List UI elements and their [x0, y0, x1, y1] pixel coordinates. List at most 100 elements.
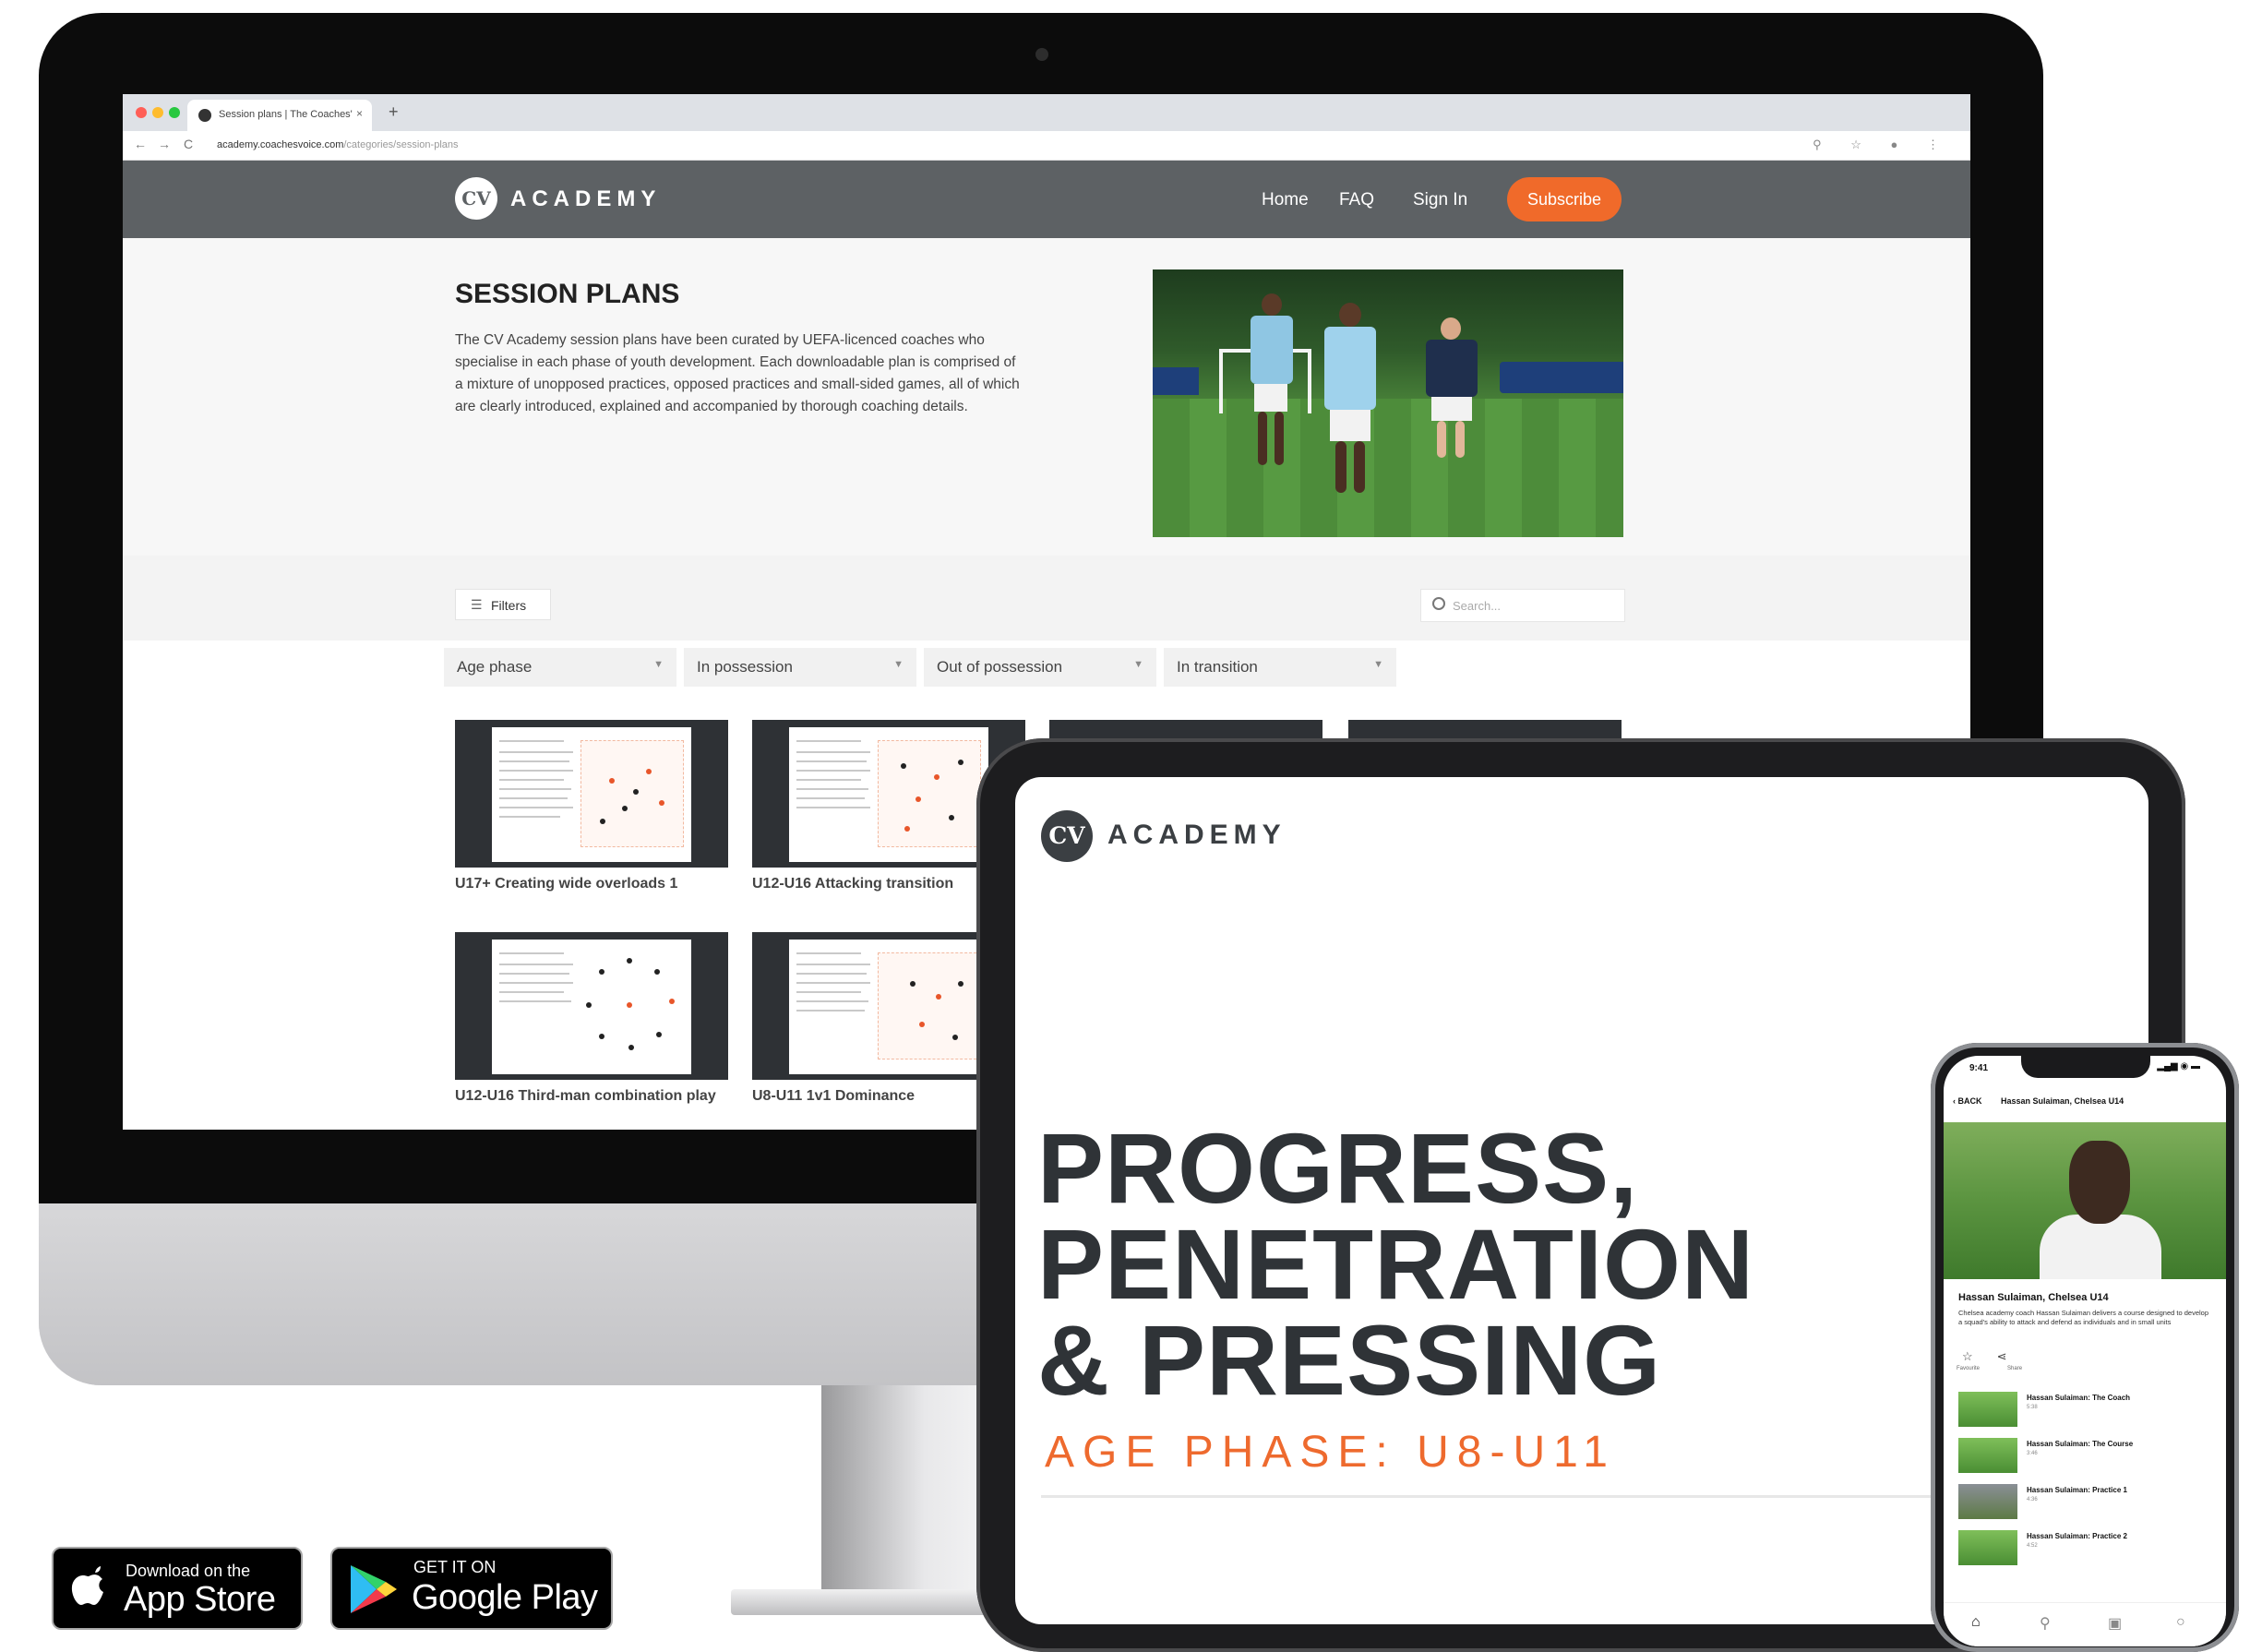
search-placeholder: Search...: [1453, 599, 1502, 613]
filters-button[interactable]: ☰ Filters: [455, 589, 551, 620]
reload-icon[interactable]: C: [184, 137, 193, 151]
site-header: CV ACADEMY Home FAQ Sign In Subscribe: [123, 161, 1970, 238]
badge-big-text: Google Play: [412, 1578, 598, 1617]
phone-screen: 9:41 ▂▄▆ ◉ ▬ ‹ BACK Hassan Sulaiman, Che…: [1944, 1056, 2226, 1646]
select-label: Age phase: [457, 658, 533, 676]
browser-tab[interactable]: Session plans | The Coaches' ×: [187, 100, 372, 131]
select-label: In possession: [697, 658, 793, 676]
video-title: Hassan Sulaiman: Practice 2: [2027, 1532, 2127, 1540]
maximize-window-dot-icon[interactable]: [169, 107, 180, 118]
course-headline: PROGRESS, PENETRATION & PRESSING: [1037, 1119, 1831, 1416]
forward-icon[interactable]: →: [158, 137, 171, 151]
phone-header-title: Hassan Sulaiman, Chelsea U14: [2001, 1096, 2124, 1106]
pitch-grass: [1153, 399, 1623, 537]
subscribe-button[interactable]: Subscribe: [1507, 177, 1622, 221]
video-title: Hassan Sulaiman: The Coach: [2027, 1394, 2131, 1402]
video-thumbnail: [1958, 1392, 2017, 1427]
search-icon: [1432, 597, 1445, 610]
coach-shirt: [2040, 1215, 2161, 1279]
close-window-dot-icon[interactable]: [136, 107, 147, 118]
extension-icons[interactable]: ⚲ ☆ ● ⋮: [1813, 138, 1952, 152]
video-thumbnail: [1958, 1484, 2017, 1519]
url-field[interactable]: academy.coachesvoice.com/categories/sess…: [217, 139, 459, 150]
out-of-possession-select[interactable]: Out of possession ▼: [924, 648, 1156, 687]
status-time: 9:41: [1969, 1063, 1989, 1073]
chevron-down-icon: ▼: [1133, 659, 1143, 670]
page-title: SESSION PLANS: [455, 279, 680, 309]
hero-photo: [1153, 269, 1623, 537]
cv-logo-icon[interactable]: CV: [455, 177, 497, 220]
chevron-down-icon: ▼: [653, 659, 664, 670]
nav-sign-in[interactable]: Sign In: [1413, 190, 1467, 210]
address-bar-row: ← → C academy.coachesvoice.com/categorie…: [123, 131, 1970, 161]
chevron-down-icon: ▼: [1373, 659, 1383, 670]
plan-document-preview: [789, 940, 988, 1074]
cv-logo-icon: CV: [1041, 810, 1093, 862]
tab-title: Session plans | The Coaches': [219, 109, 353, 120]
session-card-title: U17+ Creating wide overloads 1: [455, 876, 678, 892]
webcam-icon: [1035, 48, 1048, 61]
marketing-composite: Session plans | The Coaches' × + ← → C a…: [0, 0, 2250, 1652]
favourite-label: Favourite: [1957, 1366, 1981, 1371]
url-host: academy.coachesvoice.com: [217, 139, 344, 150]
share-label: Share: [2007, 1366, 2023, 1371]
in-transition-select[interactable]: In transition ▼: [1164, 648, 1396, 687]
phone-top-bar: ‹ BACK Hassan Sulaiman, Chelsea U14: [1953, 1096, 2124, 1106]
home-tab-icon[interactable]: ⌂: [1971, 1614, 1981, 1631]
phone-tab-bar: ⌂ ⚲ ▣ ○: [1944, 1602, 2226, 1646]
video-player[interactable]: [1944, 1122, 2226, 1279]
badge-big-text: App Store: [124, 1580, 276, 1619]
course-description: Chelsea academy coach Hassan Sulaiman de…: [1958, 1309, 2208, 1326]
badge-small-text: GET IT ON: [413, 1558, 497, 1576]
tab-close-icon[interactable]: ×: [356, 107, 363, 120]
video-duration: 5:38: [2027, 1405, 2038, 1410]
nav-home[interactable]: Home: [1262, 190, 1309, 210]
video-duration: 4:36: [2027, 1497, 2038, 1502]
video-list-item[interactable]: Hassan Sulaiman: The Course 3:46: [1958, 1438, 2217, 1475]
library-tab-icon[interactable]: ▣: [2108, 1614, 2122, 1633]
headline-line: & PRESSING: [1037, 1304, 1662, 1416]
in-possession-select[interactable]: In possession ▼: [684, 648, 916, 687]
search-tab-icon[interactable]: ⚲: [2040, 1614, 2051, 1633]
video-duration: 3:46: [2027, 1451, 2038, 1456]
status-icons: ▂▄▆ ◉ ▬: [2157, 1061, 2200, 1071]
google-play-badge[interactable]: GET IT ON Google Play: [330, 1547, 613, 1630]
google-play-logo-icon: [351, 1565, 397, 1613]
star-icon[interactable]: ☆: [1962, 1349, 1973, 1363]
logo-text[interactable]: ACADEMY: [510, 186, 661, 212]
back-label: BACK: [1957, 1096, 1982, 1106]
age-phase-subheading: AGE PHASE: U8-U11: [1045, 1428, 1616, 1477]
apple-logo-icon: [71, 1566, 103, 1605]
age-phase-select[interactable]: Age phase ▼: [444, 648, 676, 687]
video-list-item[interactable]: Hassan Sulaiman: The Coach 5:38: [1958, 1392, 2217, 1429]
profile-tab-icon[interactable]: ○: [2176, 1614, 2185, 1631]
action-labels: Favourite Share: [1957, 1366, 2050, 1371]
session-thumbnail: [455, 932, 728, 1080]
select-label: Out of possession: [937, 658, 1063, 676]
video-list-item[interactable]: Hassan Sulaiman: Practice 2 4:52: [1958, 1530, 2217, 1567]
share-icon[interactable]: ⋖: [1997, 1349, 2007, 1363]
video-title: Hassan Sulaiman: Practice 1: [2027, 1486, 2127, 1494]
coach-face: [2069, 1141, 2130, 1224]
minimize-window-dot-icon[interactable]: [152, 107, 163, 118]
nav-faq[interactable]: FAQ: [1339, 190, 1374, 210]
back-button[interactable]: ‹ BACK: [1953, 1096, 1982, 1106]
app-store-badge[interactable]: Download on the App Store: [52, 1547, 303, 1630]
video-duration: 4:52: [2027, 1543, 2038, 1549]
advert-board: [1500, 362, 1623, 393]
session-thumbnail: [455, 720, 728, 868]
select-label: In transition: [1177, 658, 1258, 676]
video-list-item[interactable]: Hassan Sulaiman: Practice 1 4:36: [1958, 1484, 2217, 1521]
tablet-logo-text: ACADEMY: [1107, 820, 1287, 850]
back-icon[interactable]: ←: [134, 137, 147, 151]
phone-notch: [2021, 1056, 2150, 1078]
hamburger-icon: ☰: [471, 597, 483, 612]
search-input[interactable]: Search...: [1420, 589, 1625, 622]
advert-board: [1153, 367, 1199, 395]
action-row: ☆ ⋖: [1962, 1349, 2031, 1364]
coach-name: Hassan Sulaiman, Chelsea U14: [1958, 1292, 2109, 1303]
video-thumbnail: [1958, 1438, 2017, 1473]
intro-text: The CV Academy session plans have been c…: [455, 332, 1020, 414]
new-tab-button[interactable]: +: [389, 102, 399, 122]
filters-bar: [123, 556, 1970, 640]
